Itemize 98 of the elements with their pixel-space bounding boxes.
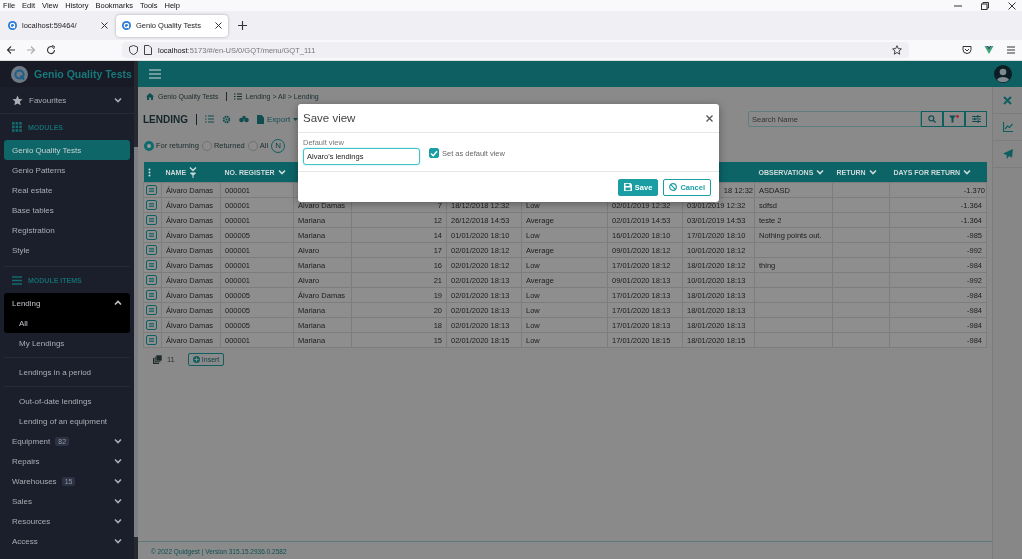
- favicon-icon: [8, 21, 17, 30]
- module-item[interactable]: Genio Quality Tests: [4, 140, 131, 160]
- module-item[interactable]: Registration: [4, 220, 131, 240]
- forward-icon: [26, 45, 36, 55]
- ban-icon: [669, 183, 678, 191]
- lines-icon: [149, 248, 154, 252]
- lines-icon: [149, 293, 154, 297]
- row-menu-button[interactable]: [146, 320, 157, 330]
- plus-circle-icon: [192, 355, 200, 363]
- list-view-icon[interactable]: [205, 115, 214, 123]
- close-button[interactable]: [706, 114, 713, 122]
- settings-icon[interactable]: [222, 114, 231, 124]
- row-menu-button[interactable]: [146, 260, 157, 270]
- chart-icon[interactable]: [1002, 122, 1013, 132]
- lines-icon: [149, 308, 154, 312]
- lines-icon: [149, 323, 154, 327]
- new-tab-icon[interactable]: [238, 21, 247, 30]
- sort-icon[interactable]: [277, 169, 286, 175]
- lines-icon: [149, 233, 154, 237]
- row-menu-button[interactable]: [146, 230, 157, 240]
- filter-icon: [949, 115, 959, 123]
- grid-icon: [12, 122, 22, 132]
- submenu-item[interactable]: Lending of an equipment: [4, 411, 131, 431]
- favicon-icon: [122, 21, 131, 30]
- filter-button[interactable]: [943, 111, 965, 127]
- menu-icon[interactable]: [149, 69, 161, 79]
- send-icon[interactable]: [1002, 149, 1013, 159]
- chevron-down-icon: [114, 518, 123, 524]
- module-item[interactable]: Genio Patterns: [4, 160, 131, 180]
- module-item[interactable]: Real estate: [4, 180, 131, 200]
- avatar-icon[interactable]: [994, 65, 1012, 83]
- menu-item[interactable]: Lending: [4, 293, 131, 313]
- row-menu-button[interactable]: [146, 275, 157, 285]
- shield-icon: [129, 45, 138, 55]
- row-menu-button[interactable]: [146, 245, 157, 255]
- search-button[interactable]: [921, 111, 943, 127]
- sort-icon[interactable]: [816, 169, 825, 175]
- menu-item[interactable]: Sales: [4, 491, 131, 511]
- star-icon[interactable]: [892, 45, 902, 55]
- lines-icon: [149, 278, 154, 282]
- chevron-down-icon: [114, 498, 123, 504]
- extension-icon[interactable]: [984, 45, 994, 55]
- chevron-down-icon: [114, 478, 123, 484]
- chevron-down-icon: [114, 97, 123, 103]
- restore-icon[interactable]: [981, 1, 989, 10]
- lines-icon: [149, 218, 154, 222]
- page-title: LENDING: [143, 113, 188, 125]
- lines-icon: [149, 188, 154, 192]
- lines-icon: [149, 203, 154, 207]
- close-tab-icon[interactable]: [215, 22, 222, 29]
- row-menu-button[interactable]: [146, 290, 157, 300]
- home-icon[interactable]: [146, 93, 154, 100]
- column-options-icon[interactable]: [147, 167, 151, 177]
- module-item[interactable]: Style: [4, 240, 131, 260]
- document-icon: [257, 114, 264, 124]
- logo-icon: [11, 65, 28, 83]
- chevron-down-icon: [114, 458, 123, 464]
- lines-icon: [149, 338, 154, 342]
- sort-icon[interactable]: [868, 169, 877, 175]
- chevron-down-icon: [114, 538, 123, 544]
- close-icon: [706, 114, 713, 122]
- list-icon: [233, 93, 242, 100]
- submenu-item[interactable]: All: [4, 313, 131, 333]
- submenu-item[interactable]: Out-of-date lendings: [4, 386, 131, 411]
- page-icon: [144, 45, 152, 55]
- close-icon[interactable]: [1008, 1, 1016, 10]
- sort-icon[interactable]: [189, 166, 198, 178]
- stack-icon: [153, 354, 162, 364]
- caret-icon: [293, 117, 299, 121]
- brand-name: Genio Quality Tests: [34, 68, 132, 80]
- lines-icon: [149, 263, 154, 267]
- chevron-up-icon: [114, 300, 123, 306]
- reload-icon[interactable]: [46, 45, 56, 55]
- chevron-down-icon: [114, 438, 123, 444]
- module-item[interactable]: Base tables: [4, 200, 131, 220]
- row-menu-button[interactable]: [146, 305, 157, 315]
- row-menu-button[interactable]: [146, 215, 157, 225]
- submenu-item[interactable]: My Lendings: [4, 333, 131, 353]
- row-menu-button[interactable]: [146, 200, 157, 210]
- sort-icon[interactable]: [963, 169, 972, 175]
- list-icon: [12, 275, 22, 285]
- sliders-icon: [971, 115, 981, 123]
- menu-icon[interactable]: [1006, 45, 1016, 55]
- binoculars-icon[interactable]: [239, 115, 249, 123]
- submenu-item[interactable]: Lendings in a period: [4, 357, 131, 382]
- search-icon: [928, 115, 936, 123]
- close-tab-icon[interactable]: [101, 22, 108, 29]
- dialog-title: Save view: [303, 112, 357, 124]
- row-menu-button[interactable]: [146, 335, 157, 345]
- star-icon: [12, 94, 23, 106]
- menu-item[interactable]: Repairs: [4, 451, 131, 471]
- row-menu-button[interactable]: [146, 185, 157, 195]
- check-icon: [430, 149, 438, 157]
- menu-item[interactable]: Access: [4, 531, 131, 551]
- menu-item[interactable]: Resources: [4, 511, 131, 531]
- settings-button[interactable]: [965, 111, 987, 127]
- pocket-icon[interactable]: [962, 45, 972, 55]
- back-icon[interactable]: [6, 45, 16, 55]
